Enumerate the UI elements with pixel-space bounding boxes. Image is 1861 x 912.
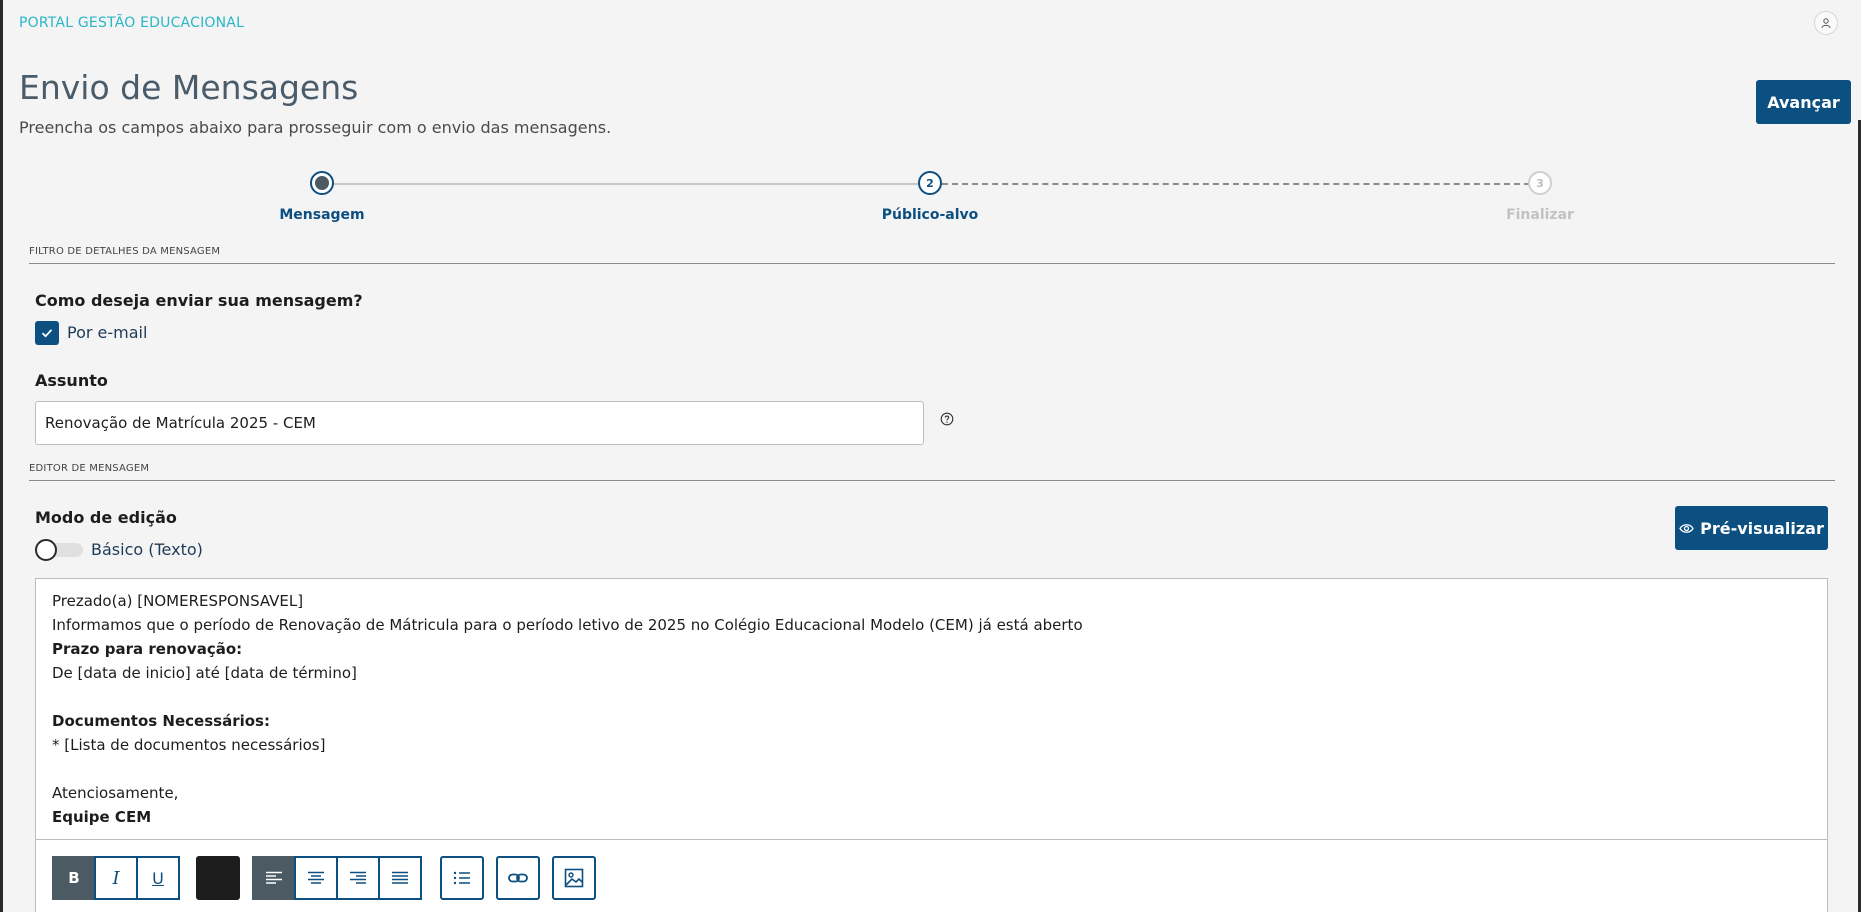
- top-bar: PORTAL GESTÃO EDUCACIONAL: [0, 0, 1861, 46]
- toggle-knob: [35, 539, 57, 561]
- insert-image-button[interactable]: [552, 856, 596, 900]
- step-1-label[interactable]: Mensagem: [279, 207, 364, 223]
- bullet-list-icon: [453, 871, 470, 885]
- align-left-icon: [266, 871, 282, 884]
- preview-button[interactable]: Pré-visualizar: [1675, 506, 1828, 550]
- message-line: Atenciosamente,: [52, 784, 179, 802]
- subject-input[interactable]: [35, 401, 924, 445]
- step-3-label: Finalizar: [1506, 207, 1574, 223]
- bold-icon: B: [68, 869, 80, 887]
- message-line: Prezado(a) [NOMERESPONSAVEL]: [52, 592, 304, 610]
- message-line: Documentos Necessários:: [52, 712, 270, 730]
- italic-button[interactable]: I: [94, 856, 138, 900]
- edit-mode-label: Modo de edição: [35, 508, 177, 527]
- message-line: Informamos que o período de Renovação de…: [52, 616, 1083, 634]
- text-color-button[interactable]: [196, 856, 240, 900]
- align-center-icon: [308, 871, 324, 884]
- align-center-button[interactable]: [294, 856, 338, 900]
- edit-mode-toggle-label[interactable]: Básico (Texto): [91, 540, 203, 559]
- step-connector-2: [942, 183, 1530, 185]
- subject-label: Assunto: [35, 371, 108, 390]
- underline-icon: U: [152, 868, 164, 888]
- email-checkbox[interactable]: [35, 321, 59, 345]
- image-icon: [564, 868, 584, 888]
- user-menu-button[interactable]: [1814, 11, 1838, 35]
- message-line: De [data de inicio] até [data de término…: [52, 664, 357, 682]
- filter-section-divider: [29, 263, 1835, 264]
- editor-section-title: EDITOR DE MENSAGEM: [29, 463, 150, 474]
- underline-button[interactable]: U: [136, 856, 180, 900]
- message-body[interactable]: Prezado(a) [NOMERESPONSAVEL] Informamos …: [52, 589, 1083, 829]
- send-method-question: Como deseja enviar sua mensagem?: [35, 291, 363, 310]
- eye-icon: [1679, 523, 1694, 533]
- message-line: * [Lista de documentos necessários]: [52, 736, 326, 754]
- align-left-button[interactable]: [252, 856, 296, 900]
- brand-name: PORTAL GESTÃO EDUCACIONAL: [19, 15, 245, 31]
- italic-icon: I: [112, 867, 120, 889]
- align-right-button[interactable]: [336, 856, 380, 900]
- step-1-indicator[interactable]: [310, 171, 334, 195]
- user-icon: [1821, 18, 1831, 29]
- step-connector-1: [334, 183, 918, 185]
- align-justify-icon: [392, 871, 408, 884]
- step-2-label[interactable]: Público-alvo: [882, 207, 979, 223]
- edit-mode-toggle[interactable]: [35, 539, 83, 561]
- link-icon: [508, 873, 528, 883]
- message-line: Equipe CEM: [52, 808, 152, 826]
- advance-button[interactable]: Avançar: [1756, 80, 1851, 124]
- check-icon: [41, 329, 53, 338]
- message-editor[interactable]: Prezado(a) [NOMERESPONSAVEL] Informamos …: [35, 578, 1828, 912]
- editor-section-divider: [29, 480, 1835, 481]
- bold-button[interactable]: B: [52, 856, 96, 900]
- align-justify-button[interactable]: [378, 856, 422, 900]
- align-right-icon: [350, 871, 366, 884]
- step-3-indicator: 3: [1528, 171, 1552, 195]
- page-subtitle: Preencha os campos abaixo para prossegui…: [19, 118, 612, 137]
- help-icon[interactable]: [940, 412, 954, 426]
- email-checkbox-label[interactable]: Por e-mail: [67, 323, 147, 342]
- step-2-indicator[interactable]: 2: [918, 171, 942, 195]
- step-current-dot: [315, 176, 329, 190]
- stepper: 2 3 Mensagem Público-alvo Finalizar: [0, 170, 1861, 230]
- page-title: Envio de Mensagens: [19, 68, 359, 107]
- message-line: [52, 685, 1083, 709]
- message-line: Prazo para renovação:: [52, 640, 243, 658]
- insert-link-button[interactable]: [496, 856, 540, 900]
- window-left-edge: [0, 0, 3, 912]
- message-line: [52, 757, 1083, 781]
- bullet-list-button[interactable]: [440, 856, 484, 900]
- editor-toolbar: B I U: [36, 839, 1827, 912]
- preview-button-label: Pré-visualizar: [1700, 518, 1824, 538]
- filter-section-title: FILTRO DE DETALHES DA MENSAGEM: [29, 246, 221, 257]
